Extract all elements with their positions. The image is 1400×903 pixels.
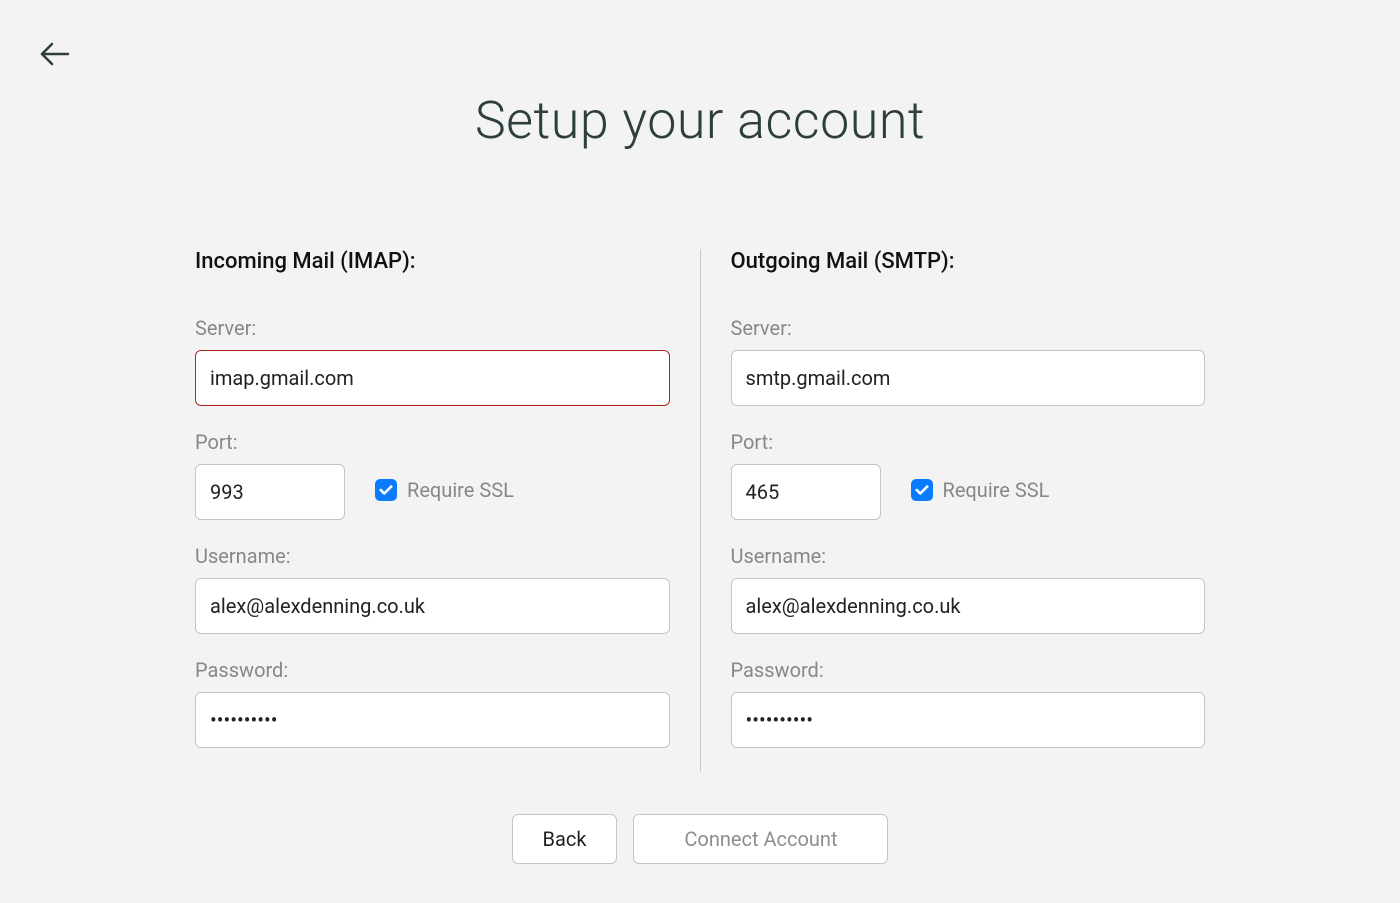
outgoing-port-input[interactable] xyxy=(731,464,881,520)
incoming-server-group: Server: xyxy=(195,316,670,406)
outgoing-password-input[interactable] xyxy=(731,692,1206,748)
incoming-password-group: Password: xyxy=(195,658,670,748)
incoming-username-input[interactable] xyxy=(195,578,670,634)
check-icon xyxy=(379,483,393,497)
incoming-ssl-label: Require SSL xyxy=(407,478,514,502)
outgoing-ssl-label: Require SSL xyxy=(943,478,1050,502)
form-area: Incoming Mail (IMAP): Server: Port: Req xyxy=(195,249,1205,772)
incoming-ssl-group: Require SSL xyxy=(375,478,514,502)
outgoing-ssl-group: Require SSL xyxy=(911,478,1050,502)
outgoing-port-label: Port: xyxy=(731,430,881,454)
incoming-port-input[interactable] xyxy=(195,464,345,520)
incoming-port-row: Port: Require SSL xyxy=(195,430,670,520)
back-button[interactable]: Back xyxy=(512,814,618,864)
incoming-server-label: Server: xyxy=(195,316,670,340)
incoming-column: Incoming Mail (IMAP): Server: Port: Req xyxy=(195,249,700,772)
outgoing-server-group: Server: xyxy=(731,316,1206,406)
outgoing-server-input[interactable] xyxy=(731,350,1206,406)
outgoing-password-group: Password: xyxy=(731,658,1206,748)
incoming-username-label: Username: xyxy=(195,544,670,568)
incoming-password-label: Password: xyxy=(195,658,670,682)
incoming-ssl-checkbox[interactable] xyxy=(375,479,397,501)
incoming-heading: Incoming Mail (IMAP): xyxy=(195,249,670,274)
connect-account-button[interactable]: Connect Account xyxy=(633,814,888,864)
outgoing-column: Outgoing Mail (SMTP): Server: Port: Req xyxy=(701,249,1206,772)
outgoing-username-group: Username: xyxy=(731,544,1206,634)
button-row: Back Connect Account xyxy=(512,814,889,864)
outgoing-heading: Outgoing Mail (SMTP): xyxy=(731,249,1206,274)
incoming-username-group: Username: xyxy=(195,544,670,634)
outgoing-ssl-checkbox[interactable] xyxy=(911,479,933,501)
outgoing-port-row: Port: Require SSL xyxy=(731,430,1206,520)
incoming-server-input[interactable] xyxy=(195,350,670,406)
outgoing-server-label: Server: xyxy=(731,316,1206,340)
outgoing-password-label: Password: xyxy=(731,658,1206,682)
page-title: Setup your account xyxy=(475,90,925,151)
check-icon xyxy=(915,483,929,497)
incoming-port-label: Port: xyxy=(195,430,345,454)
back-arrow-icon[interactable] xyxy=(40,42,70,70)
incoming-password-input[interactable] xyxy=(195,692,670,748)
outgoing-username-input[interactable] xyxy=(731,578,1206,634)
outgoing-username-label: Username: xyxy=(731,544,1206,568)
